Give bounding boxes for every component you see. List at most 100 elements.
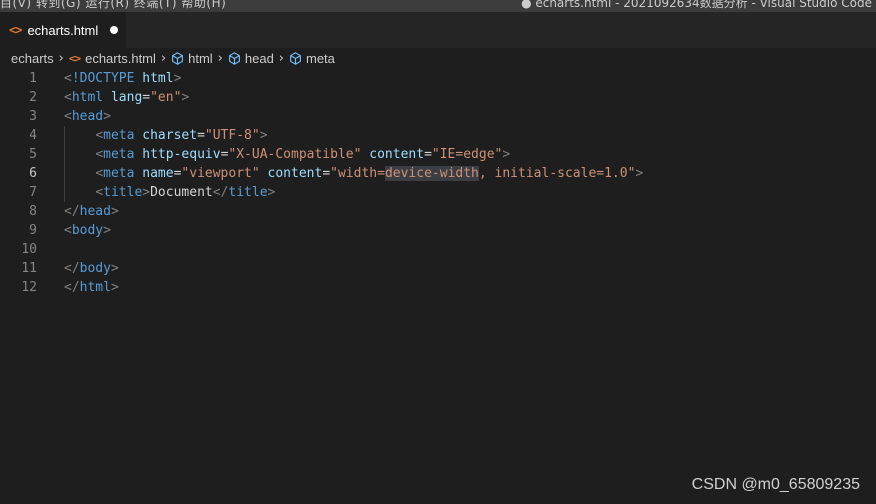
line-number: 8 [29, 204, 37, 219]
code-token: "en" [150, 90, 182, 105]
unsaved-dot-icon[interactable] [110, 26, 119, 34]
code-token: < [64, 71, 72, 86]
code-text: </html> [64, 278, 119, 297]
code-line[interactable]: 12 </html> [0, 278, 876, 297]
code-line[interactable]: 5 <meta http-equiv = "X-UA-Compatible" con… [0, 145, 876, 164]
code-text: <title>Document</title> [64, 183, 275, 202]
code-token: > [173, 71, 182, 86]
code-token: !DOCTYPE [71, 71, 135, 86]
code-line[interactable]: 8 </head> [0, 202, 876, 221]
code-line[interactable]: 9 <body> [0, 221, 876, 240]
breadcrumb-item-html[interactable]: html [188, 51, 213, 66]
code-token: > [110, 280, 119, 295]
line-number: 3 [29, 109, 37, 124]
breadcrumb-item-head[interactable]: head [245, 51, 274, 66]
code-text: </head> [64, 202, 119, 221]
code-token: < [64, 90, 72, 105]
selection-highlight: device-width [384, 166, 479, 181]
line-number: 9 [29, 223, 37, 238]
tab-bar: <> echarts.html [0, 12, 876, 48]
code-token: html [71, 90, 104, 105]
code-token: < [64, 223, 72, 238]
code-token: content [369, 147, 425, 162]
title-bar: 目(V) 转到(G) 运行(R) 终端(T) 帮助(H) ● echarts.h… [0, 0, 876, 12]
html-file-icon: <> [9, 23, 22, 37]
line-number: 11 [21, 261, 37, 276]
breadcrumb-item-meta[interactable]: meta [306, 51, 335, 66]
element-cube-icon [171, 52, 184, 65]
code-text: <!DOCTYPE html> [64, 69, 181, 88]
code-token: charset [142, 128, 198, 143]
breadcrumb: echarts › <> echarts.html › html › head … [0, 48, 876, 69]
breadcrumb-item-folder[interactable]: echarts [11, 51, 54, 66]
tab-label: echarts.html [27, 22, 99, 38]
line-number: 6 [29, 166, 37, 181]
code-token: > [181, 90, 190, 105]
breadcrumb-item-file[interactable]: echarts.html [85, 51, 156, 66]
code-token: > [103, 109, 111, 124]
code-token: > [502, 147, 511, 162]
code-token: meta [103, 147, 135, 162]
code-token: title [228, 185, 268, 200]
code-line[interactable]: 11 </body> [0, 259, 876, 278]
code-token: </ [64, 261, 80, 276]
code-text: <meta name="viewport" content="width=dev… [64, 164, 643, 183]
code-line[interactable]: 6 <meta name="viewport" content="width=d… [0, 164, 876, 183]
code-token: > [267, 185, 276, 200]
code-token: meta [103, 128, 135, 143]
code-token: > [103, 223, 111, 238]
html-file-icon: <> [68, 52, 81, 65]
menu-bar[interactable]: 目(V) 转到(G) 运行(R) 终端(T) 帮助(H) [0, 0, 226, 11]
tab-echarts-html[interactable]: <> echarts.html [0, 12, 126, 48]
line-number: 2 [29, 90, 37, 105]
code-editor[interactable]: 1 <!DOCTYPE html> 2 <html lang="en"> 3 <head>… [0, 69, 876, 504]
watermark: CSDN @m0_65809235 [691, 476, 860, 493]
code-line[interactable]: 7 <title>Document</title> [0, 183, 876, 202]
code-token: "width= [330, 166, 385, 181]
code-token: = [197, 128, 205, 143]
code-token: "X-UA-Compatible" [228, 147, 362, 162]
code-token: > [635, 166, 644, 181]
code-token: http-equiv [142, 147, 221, 162]
chevron-right-icon: › [278, 51, 284, 66]
code-line[interactable]: 1 <!DOCTYPE html> [0, 69, 876, 88]
code-token: > [110, 204, 119, 219]
code-line[interactable]: 3 <head> [0, 107, 876, 126]
code-token: < [95, 166, 104, 181]
code-token: "IE=edge" [431, 147, 503, 162]
code-token: < [64, 109, 72, 124]
code-line[interactable]: 10 [0, 240, 876, 259]
code-token: head [79, 204, 111, 219]
code-token: > [142, 185, 151, 200]
line-number: 12 [21, 280, 37, 295]
code-text: <meta http-equiv = "X-UA-Compatible" conte… [64, 145, 510, 164]
chevron-right-icon: › [217, 51, 223, 66]
code-line[interactable]: 4 <meta charset="UTF-8"> [0, 126, 876, 145]
code-token: head [71, 109, 104, 124]
code-token: < [95, 128, 104, 143]
line-number: 7 [29, 185, 37, 200]
element-cube-icon [289, 52, 302, 65]
code-token: = [142, 90, 151, 105]
code-token: name [142, 166, 174, 181]
code-token: </ [212, 185, 229, 200]
code-line[interactable]: 2 <html lang="en"> [0, 88, 876, 107]
line-number: 5 [29, 147, 37, 162]
code-text: <body> [64, 221, 111, 240]
code-token: body [71, 223, 104, 238]
code-token: = [322, 166, 331, 181]
window-title: ● echarts.html - 2021092634数据分析 - Visual… [521, 0, 872, 10]
code-token: </ [64, 280, 80, 295]
code-token: lang [110, 90, 143, 105]
code-text: </body> [64, 259, 119, 278]
code-token: title [103, 185, 143, 200]
line-number: 1 [29, 71, 37, 86]
element-cube-icon [228, 52, 241, 65]
code-token: , initial-scale=1.0" [478, 166, 636, 181]
